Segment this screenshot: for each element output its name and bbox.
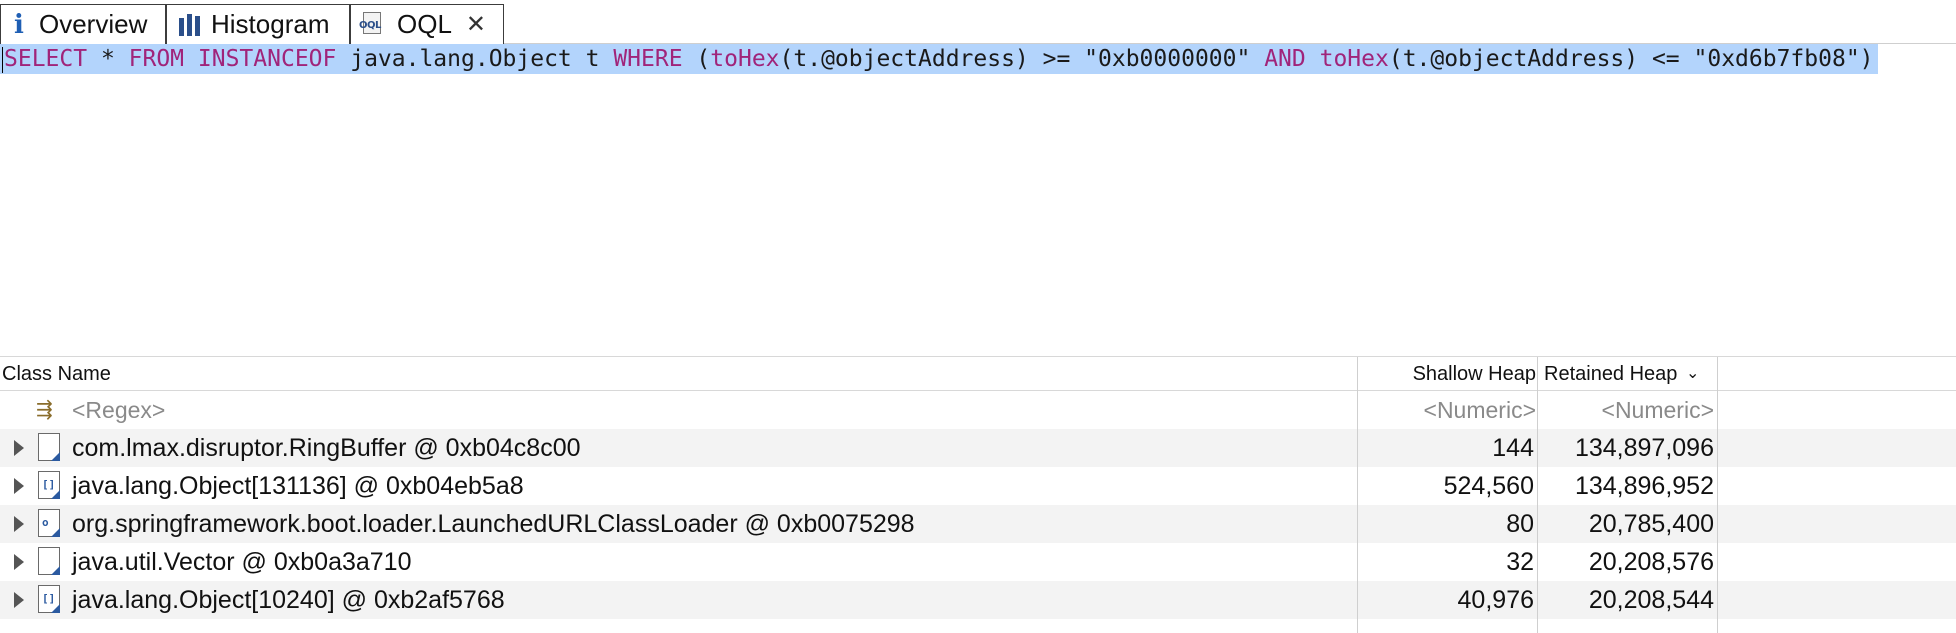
class-name-filter[interactable]: <Regex>: [72, 391, 165, 429]
class-instance-icon: [38, 547, 60, 575]
tab-histogram-label: Histogram: [211, 9, 330, 39]
query-token: [1250, 46, 1264, 72]
table-row[interactable]: [] java.lang.Object[10240] @ 0xb2af5768 40…: [0, 581, 1956, 619]
retained-heap-cell: 20,785,400: [1588, 510, 1714, 538]
class-name-cell: org.springframework.boot.loader.Launched…: [72, 510, 915, 538]
class-name-cell: com.lmax.disruptor.RingBuffer @ 0xb04c8c…: [72, 434, 581, 462]
oql-icon: OQL: [359, 11, 387, 38]
retained-heap-cell: 134,897,096: [1574, 434, 1714, 462]
query-token: INSTANCEOF: [197, 46, 337, 72]
query-token: toHex: [1319, 46, 1389, 72]
query-token: (t.@objectAddress) >=: [779, 46, 1085, 72]
column-header-shallow-heap[interactable]: Shallow Heap: [1360, 357, 1536, 391]
table-row[interactable]: java.util.Vector @ 0xb0a3a710 32 20,208,57…: [0, 543, 1956, 581]
histogram-icon: [179, 13, 201, 36]
query-token: *: [87, 46, 129, 72]
retained-heap-cell: 20,208,576: [1588, 548, 1714, 576]
retained-heap-cell: 134,896,952: [1574, 472, 1714, 500]
column-divider[interactable]: [1537, 357, 1538, 633]
column-header-retained-heap[interactable]: Retained Heap: [1544, 357, 1678, 391]
info-icon: i: [14, 9, 24, 40]
tab-overview-label: Overview: [39, 9, 148, 39]
expand-arrow-icon[interactable]: [14, 554, 24, 570]
close-tab-icon[interactable]: ✕: [466, 10, 486, 39]
shallow-heap-cell: 32: [1506, 548, 1534, 576]
query-token: [184, 46, 198, 72]
editor-tab-bar: i Overview Histogram OQL OQL ✕: [0, 0, 1956, 44]
table-row[interactable]: [] java.lang.Object[131136] @ 0xb04eb5a8 5…: [0, 467, 1956, 505]
oql-query-editor[interactable]: SELECT * FROM INSTANCEOF java.lang.Objec…: [0, 44, 1956, 356]
query-token: FROM: [128, 46, 185, 72]
class-instance-icon: o: [38, 509, 60, 537]
query-token: toHex: [710, 46, 780, 72]
class-instance-icon: []: [38, 471, 60, 499]
table-row[interactable]: o org.springframework.boot.loader.Launche…: [0, 505, 1956, 543]
tab-histogram[interactable]: Histogram: [166, 4, 350, 44]
query-token: ): [1859, 46, 1874, 72]
table-header: Class Name Shallow Heap Retained Heap ⌄: [0, 357, 1956, 391]
text-caret: [2, 46, 3, 73]
expand-arrow-icon[interactable]: [14, 478, 24, 494]
retained-heap-cell: 20,208,544: [1588, 586, 1714, 614]
tab-oql-label: OQL: [397, 9, 452, 39]
class-instance-icon: [38, 433, 60, 461]
class-name-cell: java.lang.Object[131136] @ 0xb04eb5a8: [72, 472, 524, 500]
query-token: (t.@objectAddress) <=: [1388, 46, 1694, 72]
results-table: Class Name Shallow Heap Retained Heap ⌄ …: [0, 356, 1956, 633]
shallow-heap-cell: 144: [1492, 434, 1534, 462]
class-instance-icon: []: [38, 585, 60, 613]
retained-heap-filter[interactable]: <Numeric>: [1544, 391, 1714, 429]
column-divider[interactable]: [1717, 357, 1718, 633]
regex-filter-icon: ⇶: [36, 399, 53, 421]
shallow-heap-filter[interactable]: <Numeric>: [1360, 391, 1536, 429]
tab-overview[interactable]: i Overview: [0, 4, 166, 44]
shallow-heap-cell: 524,560: [1443, 472, 1534, 500]
query-token: "0xd6b7fb08": [1693, 46, 1860, 72]
class-name-cell: java.util.Vector @ 0xb0a3a710: [72, 548, 412, 576]
expand-arrow-icon[interactable]: [14, 516, 24, 532]
sort-descending-icon[interactable]: ⌄: [1686, 357, 1706, 391]
query-token: SELECT: [4, 46, 88, 72]
column-header-class-name[interactable]: Class Name: [2, 357, 111, 391]
table-row[interactable]: com.lmax.disruptor.RingBuffer @ 0xb04c8c…: [0, 429, 1956, 467]
class-name-cell: java.lang.Object[10240] @ 0xb2af5768: [72, 586, 505, 614]
query-token: WHERE: [613, 46, 683, 72]
query-token: [1306, 46, 1320, 72]
expand-arrow-icon[interactable]: [14, 440, 24, 456]
expand-arrow-icon[interactable]: [14, 592, 24, 608]
column-divider[interactable]: [1357, 357, 1358, 633]
shallow-heap-cell: 40,976: [1457, 586, 1534, 614]
query-token: java.lang.Object t: [336, 46, 614, 72]
query-token: (: [682, 46, 711, 72]
filter-row: ⇶ <Regex> <Numeric> <Numeric>: [0, 391, 1956, 429]
query-token: AND: [1264, 46, 1306, 72]
shallow-heap-cell: 80: [1506, 510, 1534, 538]
query-token: "0xb0000000": [1084, 46, 1251, 72]
oql-query-text[interactable]: SELECT * FROM INSTANCEOF java.lang.Objec…: [0, 44, 1878, 74]
tab-oql[interactable]: OQL OQL ✕: [350, 4, 504, 44]
